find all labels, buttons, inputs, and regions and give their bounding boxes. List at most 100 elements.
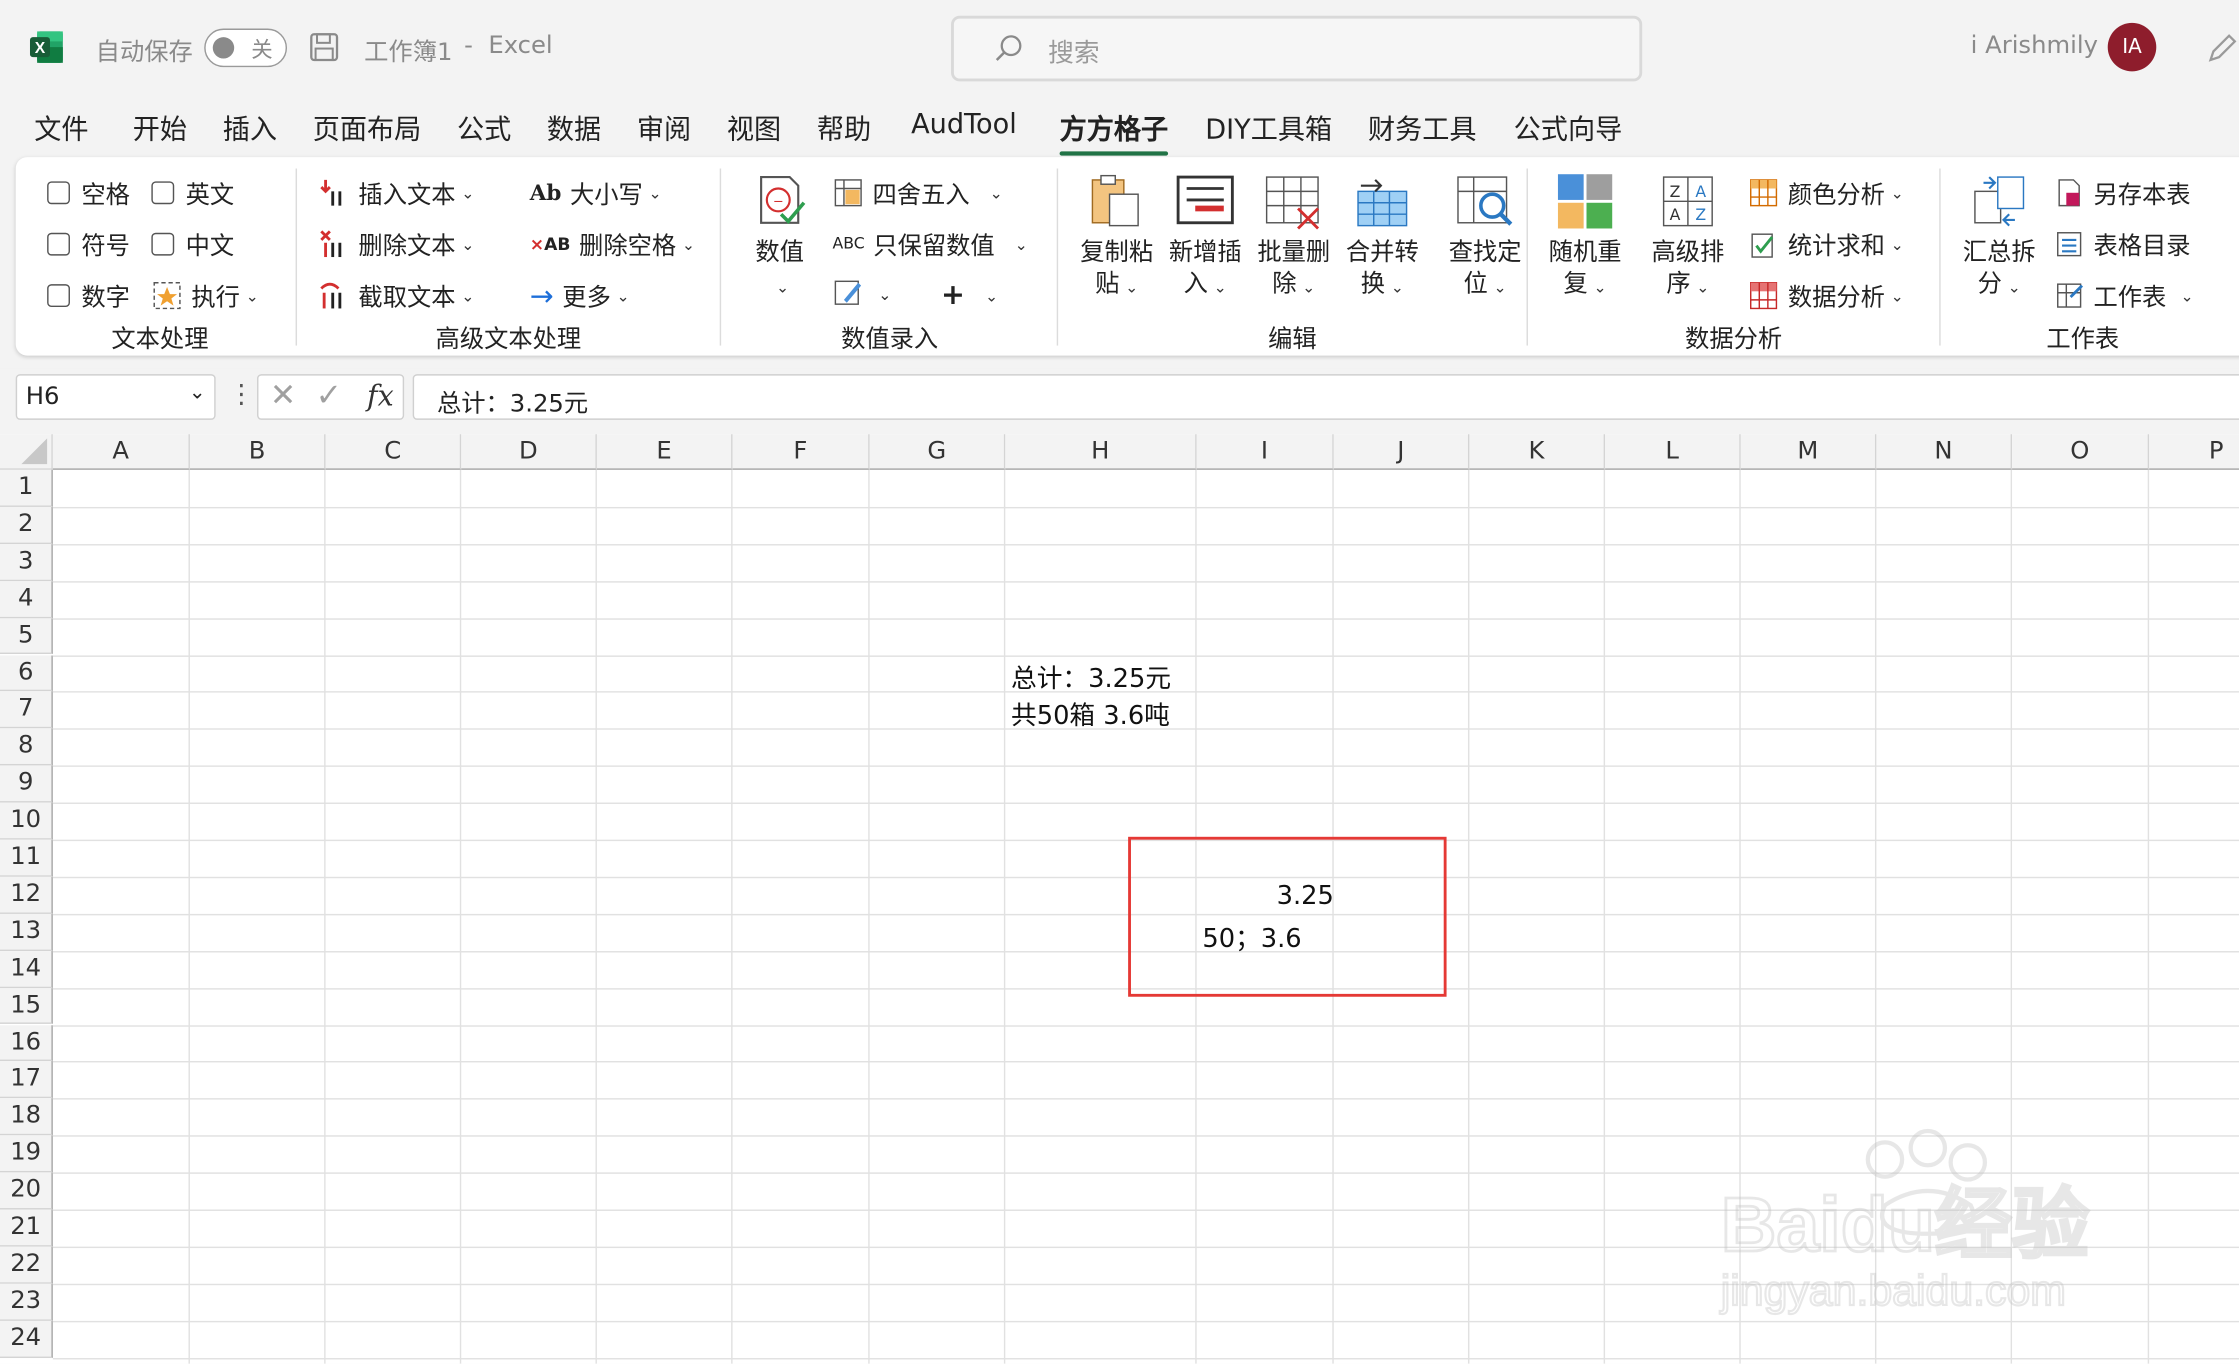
tab-data[interactable]: 数据 <box>547 109 601 148</box>
search-box[interactable]: 搜索 <box>951 15 1643 82</box>
insert-text-button[interactable]: 插入文本 ⌄ <box>318 174 474 210</box>
new-insert-button[interactable]: 新增插入 ⌄ <box>1162 171 1248 302</box>
case-button[interactable]: Ab 大小写 ⌄ <box>530 174 662 210</box>
row-header-6[interactable]: 6 <box>0 654 53 692</box>
row-header-15[interactable]: 15 <box>0 987 53 1025</box>
column-header-n[interactable]: N <box>1876 434 2013 470</box>
column-header-h[interactable]: H <box>1005 434 1197 470</box>
row-header-16[interactable]: 16 <box>0 1024 53 1062</box>
summary-split-button[interactable]: 汇总拆分 ⌄ <box>1956 171 2042 302</box>
copy-paste-button[interactable]: 复制粘贴 ⌄ <box>1074 171 1160 302</box>
checkbox-chinese[interactable]: 中文 <box>151 226 234 261</box>
random-repeat-button[interactable]: 随机重复 ⌄ <box>1542 171 1628 302</box>
tab-finance-tools[interactable]: 财务工具 <box>1368 109 1477 148</box>
name-box[interactable]: H6 ⌄ <box>15 374 216 420</box>
tab-insert[interactable]: 插入 <box>223 109 277 148</box>
autosave-toggle[interactable]: 关 <box>204 28 288 68</box>
more-options-icon[interactable]: ⋮ <box>228 380 254 410</box>
value-button[interactable]: − 数值 ⌄ <box>737 171 823 302</box>
column-header-a[interactable]: A <box>52 434 190 470</box>
column-header-f[interactable]: F <box>732 434 870 470</box>
row-header-13[interactable]: 13 <box>0 913 53 951</box>
column-header-p[interactable]: P <box>2149 434 2239 470</box>
tab-formula-wizard[interactable]: 公式向导 <box>1514 109 1623 148</box>
cell-h6[interactable]: 总计：3.25元 <box>1011 658 1171 695</box>
tab-audtool[interactable]: AudTool <box>911 109 1017 140</box>
row-header-12[interactable]: 12 <box>0 876 53 914</box>
row-header-4[interactable]: 4 <box>0 580 53 618</box>
row-header-2[interactable]: 2 <box>0 506 53 544</box>
tab-home[interactable]: 开始 <box>133 109 187 148</box>
column-header-b[interactable]: B <box>189 434 326 470</box>
cell-h7[interactable]: 共50箱 3.6吨 <box>1011 695 1170 732</box>
merge-convert-button[interactable]: 合并转换 ⌄ <box>1339 171 1425 302</box>
column-header-c[interactable]: C <box>325 434 462 470</box>
tab-file[interactable]: 文件 <box>34 109 88 148</box>
tab-formulas[interactable]: 公式 <box>457 109 511 148</box>
more-button[interactable]: → 更多 ⌄ <box>530 277 630 313</box>
edit-entry-button[interactable]: ⌄ <box>833 277 891 308</box>
insert-function-icon[interactable]: fx <box>367 378 394 412</box>
row-header-3[interactable]: 3 <box>0 543 53 581</box>
extract-text-button[interactable]: 截取文本 ⌄ <box>318 277 474 313</box>
checkbox-space[interactable]: 空格 <box>47 174 130 210</box>
find-locate-button[interactable]: 查找定位 ⌄ <box>1442 171 1528 302</box>
column-header-e[interactable]: E <box>596 434 733 470</box>
row-header-19[interactable]: 19 <box>0 1135 53 1173</box>
column-header-k[interactable]: K <box>1469 434 1606 470</box>
checkbox-english[interactable]: 英文 <box>151 174 234 210</box>
add-button[interactable]: + ⌄ <box>941 277 998 311</box>
row-header-21[interactable]: 21 <box>0 1209 53 1247</box>
round-button[interactable]: 四舍五入 ⌄ <box>833 174 1003 210</box>
tab-review[interactable]: 审阅 <box>637 109 691 148</box>
row-header-8[interactable]: 8 <box>0 728 53 766</box>
data-analysis-button[interactable]: 数据分析 ⌄ <box>1748 277 1904 313</box>
row-header-22[interactable]: 22 <box>0 1246 53 1284</box>
cancel-icon[interactable]: ✕ <box>270 378 296 414</box>
advanced-sort-button[interactable]: ZAAZ 高级排序 ⌄ <box>1645 171 1731 302</box>
formula-input[interactable]: 总计：3.25元 <box>412 374 2239 420</box>
checkbox-number[interactable]: 数字 <box>47 277 130 313</box>
count-sum-button[interactable]: 统计求和 ⌄ <box>1748 226 1904 261</box>
avatar[interactable]: IA <box>2107 22 2157 72</box>
batch-delete-button[interactable]: 批量删除 ⌄ <box>1251 171 1337 302</box>
confirm-icon[interactable]: ✓ <box>316 378 342 414</box>
row-header-11[interactable]: 11 <box>0 839 53 877</box>
worksheet-button[interactable]: 工作表 ⌄ <box>2053 277 2194 313</box>
row-header-20[interactable]: 20 <box>0 1172 53 1210</box>
tab-page-layout[interactable]: 页面布局 <box>313 109 422 148</box>
pen-icon[interactable] <box>2205 31 2239 65</box>
select-all-corner[interactable] <box>0 434 53 470</box>
column-header-o[interactable]: O <box>2012 434 2150 470</box>
row-header-1[interactable]: 1 <box>0 469 53 507</box>
delete-text-button[interactable]: 删除文本 ⌄ <box>318 226 474 261</box>
row-header-7[interactable]: 7 <box>0 691 53 729</box>
keep-numbers-button[interactable]: ABC 只保留数值 ⌄ <box>833 226 1028 262</box>
column-header-g[interactable]: G <box>869 434 1006 470</box>
column-header-d[interactable]: D <box>461 434 597 470</box>
column-header-m[interactable]: M <box>1740 434 1877 470</box>
delete-spaces-button[interactable]: ×AB 删除空格 ⌄ <box>530 226 695 262</box>
row-header-18[interactable]: 18 <box>0 1098 53 1136</box>
tab-fangfang[interactable]: 方方格子 <box>1059 109 1169 156</box>
column-header-i[interactable]: I <box>1196 434 1334 470</box>
row-header-9[interactable]: 9 <box>0 765 53 803</box>
table-toc-button[interactable]: 表格目录 <box>2053 226 2191 261</box>
column-header-l[interactable]: L <box>1605 434 1741 470</box>
row-header-5[interactable]: 5 <box>0 617 53 655</box>
row-header-17[interactable]: 17 <box>0 1061 53 1099</box>
save-as-button[interactable]: 另存本表 <box>2053 174 2191 210</box>
checkbox-symbol[interactable]: 符号 <box>47 226 130 261</box>
column-header-j[interactable]: J <box>1333 434 1470 470</box>
execute-button[interactable]: 执行 ⌄ <box>151 277 259 313</box>
tab-help[interactable]: 帮助 <box>817 109 871 148</box>
row-header-23[interactable]: 23 <box>0 1283 53 1321</box>
spreadsheet-grid[interactable]: ABCDEFGHIJKLMNOP 1 2 3 4 5 6 7 8 9 10 11 12 13 14 15 16… <box>0 434 2239 1364</box>
tab-view[interactable]: 视图 <box>727 109 781 148</box>
save-icon[interactable] <box>308 31 339 62</box>
row-header-14[interactable]: 14 <box>0 950 53 988</box>
row-header-10[interactable]: 10 <box>0 802 53 840</box>
tab-diy-toolbox[interactable]: DIY工具箱 <box>1205 109 1332 148</box>
row-header-24[interactable]: 24 <box>0 1320 53 1358</box>
color-analysis-button[interactable]: 颜色分析 ⌄ <box>1748 174 1904 210</box>
